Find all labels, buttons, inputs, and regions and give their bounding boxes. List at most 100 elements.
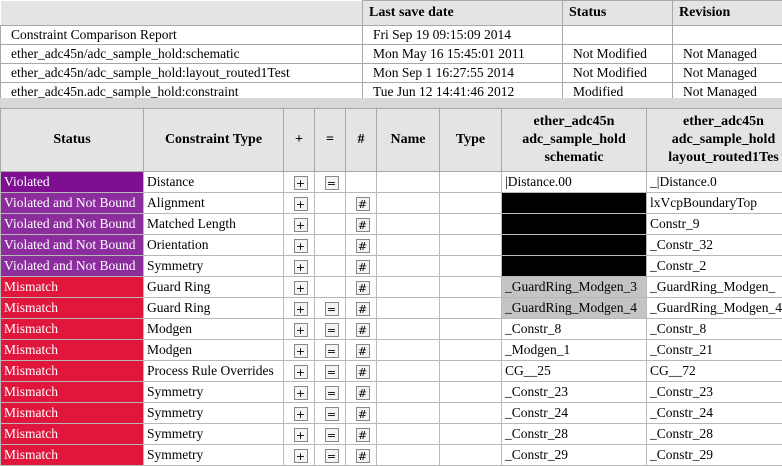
hash-button[interactable]: # bbox=[356, 323, 370, 337]
hash-cell: # bbox=[346, 256, 377, 277]
table-row[interactable]: Mismatch Modgen + = # _Constr_8 _Constr_… bbox=[1, 319, 782, 340]
expand-plus-button[interactable]: + bbox=[294, 302, 308, 316]
expand-plus-button[interactable]: + bbox=[294, 344, 308, 358]
name-cell bbox=[377, 382, 440, 403]
col-header-equal[interactable]: = bbox=[315, 109, 346, 172]
table-row[interactable]: Violated and Not Bound Symmetry + # _Con… bbox=[1, 256, 782, 277]
expand-plus-button[interactable]: + bbox=[294, 386, 308, 400]
hash-button[interactable]: # bbox=[356, 197, 370, 211]
type-cell bbox=[440, 340, 502, 361]
equal-cell: = bbox=[315, 382, 346, 403]
col-header-schematic-line1: ether_adc45n bbox=[502, 113, 646, 131]
schematic-cell: _Constr_23 bbox=[502, 382, 647, 403]
col-header-name[interactable]: Name bbox=[377, 109, 440, 172]
summary-cell-date: Fri Sep 19 09:15:09 2014 bbox=[363, 26, 563, 45]
equal-button[interactable]: = bbox=[325, 386, 339, 400]
table-row[interactable]: Mismatch Symmetry + = # _Constr_23 _Cons… bbox=[1, 382, 782, 403]
hash-cell: # bbox=[346, 214, 377, 235]
name-cell bbox=[377, 445, 440, 466]
col-header-layout-line3: layout_routed1Tes bbox=[647, 149, 782, 167]
table-row[interactable]: Mismatch Process Rule Overrides + = # CG… bbox=[1, 361, 782, 382]
expand-plus-button[interactable]: + bbox=[294, 323, 308, 337]
expand-plus-button[interactable]: + bbox=[294, 260, 308, 274]
status-cell: Mismatch bbox=[1, 298, 144, 319]
expand-plus-button[interactable]: + bbox=[294, 449, 308, 463]
hash-button[interactable]: # bbox=[356, 407, 370, 421]
plus-cell: + bbox=[284, 382, 315, 403]
hash-button[interactable]: # bbox=[356, 218, 370, 232]
table-row[interactable]: Violated and Not Bound Orientation + # _… bbox=[1, 235, 782, 256]
equal-cell: = bbox=[315, 319, 346, 340]
expand-plus-button[interactable]: + bbox=[294, 365, 308, 379]
col-header-layout[interactable]: ether_adc45n adc_sample_hold layout_rout… bbox=[647, 109, 782, 172]
col-header-status[interactable]: Status bbox=[1, 109, 144, 172]
layout-cell: lxVcpBoundaryTop bbox=[647, 193, 782, 214]
type-cell bbox=[440, 214, 502, 235]
equal-cell: = bbox=[315, 298, 346, 319]
plus-cell: + bbox=[284, 424, 315, 445]
schematic-cell: _Modgen_1 bbox=[502, 340, 647, 361]
table-row[interactable]: Mismatch Guard Ring + = # _GuardRing_Mod… bbox=[1, 298, 782, 319]
expand-plus-button[interactable]: + bbox=[294, 197, 308, 211]
layout-cell: CG__72 bbox=[647, 361, 782, 382]
col-header-type[interactable]: Type bbox=[440, 109, 502, 172]
table-row[interactable]: Violated and Not Bound Alignment + # lxV… bbox=[1, 193, 782, 214]
hash-button[interactable]: # bbox=[356, 260, 370, 274]
table-row[interactable]: Violated and Not Bound Matched Length + … bbox=[1, 214, 782, 235]
type-cell bbox=[440, 319, 502, 340]
hash-cell: # bbox=[346, 235, 377, 256]
equal-button[interactable]: = bbox=[325, 344, 339, 358]
hash-button[interactable]: # bbox=[356, 239, 370, 253]
expand-plus-button[interactable]: + bbox=[294, 239, 308, 253]
hash-button[interactable]: # bbox=[356, 344, 370, 358]
status-cell: Violated and Not Bound bbox=[1, 235, 144, 256]
expand-plus-button[interactable]: + bbox=[294, 407, 308, 421]
hash-button[interactable]: # bbox=[356, 281, 370, 295]
table-row[interactable]: Violated Distance + = |Distance.00 _|Dis… bbox=[1, 172, 782, 193]
table-row[interactable]: Mismatch Symmetry + = # _Constr_24 _Cons… bbox=[1, 403, 782, 424]
plus-cell: + bbox=[284, 193, 315, 214]
table-row[interactable]: Mismatch Symmetry + = # _Constr_28 _Cons… bbox=[1, 424, 782, 445]
constraint-type-cell: Symmetry bbox=[144, 256, 284, 277]
expand-plus-button[interactable]: + bbox=[294, 176, 308, 190]
equal-button[interactable]: = bbox=[325, 323, 339, 337]
hash-button[interactable]: # bbox=[356, 449, 370, 463]
col-header-schematic[interactable]: ether_adc45n adc_sample_hold schematic bbox=[502, 109, 647, 172]
layout-cell: _Constr_29 bbox=[647, 445, 782, 466]
col-header-constraint-type[interactable]: Constraint Type bbox=[144, 109, 284, 172]
equal-button[interactable]: = bbox=[325, 428, 339, 442]
type-cell bbox=[440, 403, 502, 424]
equal-button[interactable]: = bbox=[325, 449, 339, 463]
type-cell bbox=[440, 172, 502, 193]
equal-button[interactable]: = bbox=[325, 407, 339, 421]
equal-button[interactable]: = bbox=[325, 302, 339, 316]
hash-cell: # bbox=[346, 424, 377, 445]
hash-button[interactable]: # bbox=[356, 302, 370, 316]
expand-plus-button[interactable]: + bbox=[294, 428, 308, 442]
table-row[interactable]: Mismatch Guard Ring + # _GuardRing_Modge… bbox=[1, 277, 782, 298]
expand-plus-button[interactable]: + bbox=[294, 281, 308, 295]
type-cell bbox=[440, 298, 502, 319]
hash-button[interactable]: # bbox=[356, 365, 370, 379]
col-header-plus[interactable]: + bbox=[284, 109, 315, 172]
col-header-hash[interactable]: # bbox=[346, 109, 377, 172]
hash-button[interactable]: # bbox=[356, 386, 370, 400]
equal-button[interactable]: = bbox=[325, 365, 339, 379]
layout-cell: Constr_9 bbox=[647, 214, 782, 235]
plus-cell: + bbox=[284, 277, 315, 298]
name-cell bbox=[377, 172, 440, 193]
status-cell: Mismatch bbox=[1, 277, 144, 298]
table-row[interactable]: Mismatch Modgen + = # _Modgen_1 _Constr_… bbox=[1, 340, 782, 361]
hash-button[interactable]: # bbox=[356, 428, 370, 442]
name-cell bbox=[377, 319, 440, 340]
table-row[interactable]: Mismatch Symmetry + = # _Constr_29 _Cons… bbox=[1, 445, 782, 466]
hash-cell: # bbox=[346, 403, 377, 424]
schematic-cell-redacted bbox=[502, 214, 647, 235]
expand-plus-button[interactable]: + bbox=[294, 218, 308, 232]
col-header-layout-line1: ether_adc45n bbox=[647, 113, 782, 131]
summary-cell-status: Not Modified bbox=[563, 64, 673, 83]
equal-button[interactable]: = bbox=[325, 176, 339, 190]
type-cell bbox=[440, 235, 502, 256]
layout-cell: _Constr_24 bbox=[647, 403, 782, 424]
hash-cell: # bbox=[346, 319, 377, 340]
